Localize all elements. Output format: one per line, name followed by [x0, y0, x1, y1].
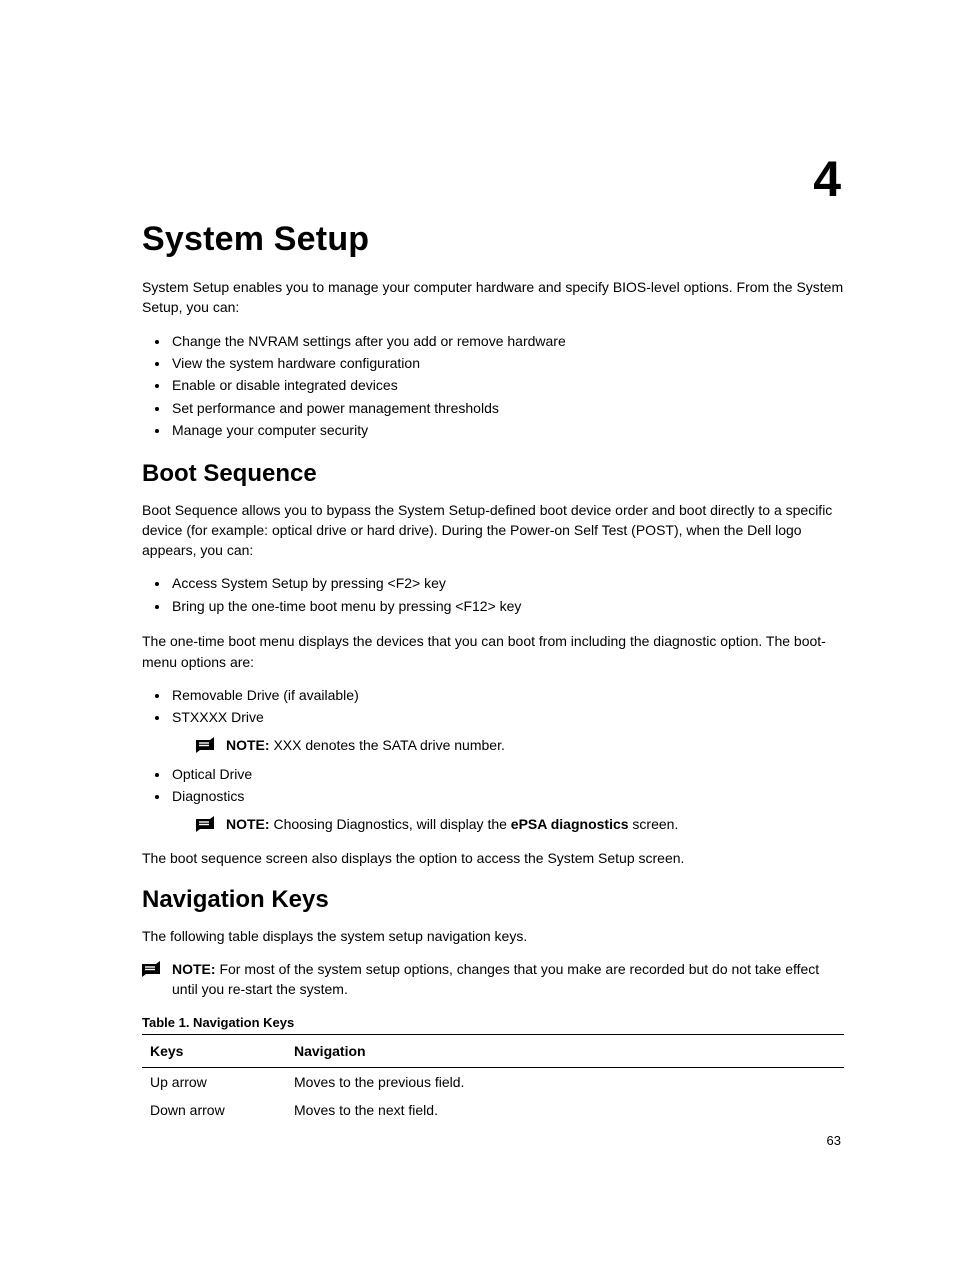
note-bold: ePSA diagnostics: [511, 816, 629, 832]
boot-paragraph-3: The boot sequence screen also displays t…: [142, 848, 844, 868]
note-text: NOTE: XXX denotes the SATA drive number.: [226, 735, 505, 755]
note-text: NOTE: For most of the system setup optio…: [172, 959, 844, 1000]
list-item: Removable Drive (if available): [170, 684, 844, 706]
table-caption: Table 1. Navigation Keys: [142, 1015, 844, 1030]
list-item: Manage your computer security: [170, 419, 844, 441]
cell-keys: Down arrow: [142, 1096, 286, 1124]
table-header-row: Keys Navigation: [142, 1035, 844, 1068]
list-item-text: Access System Setup by pressing <F2> key: [172, 575, 446, 591]
boot-paragraph-1: Boot Sequence allows you to bypass the S…: [142, 500, 844, 561]
note-icon: [196, 737, 214, 753]
note-label: NOTE:: [226, 737, 270, 753]
list-item-text: Diagnostics: [172, 788, 244, 804]
section-heading-navigation-keys: Navigation Keys: [142, 886, 844, 914]
list-item-text: View the system hardware configuration: [172, 355, 420, 371]
list-item: Change the NVRAM settings after you add …: [170, 330, 844, 352]
list-item: Set performance and power management thr…: [170, 397, 844, 419]
list-item: Enable or disable integrated devices: [170, 374, 844, 396]
navigation-keys-table: Keys Navigation Up arrow Moves to the pr…: [142, 1034, 844, 1124]
list-item: View the system hardware configuration: [170, 352, 844, 374]
list-item-text: Enable or disable integrated devices: [172, 377, 398, 393]
section-heading-boot-sequence: Boot Sequence: [142, 460, 844, 488]
column-header-navigation: Navigation: [286, 1035, 844, 1068]
note-icon: [142, 961, 160, 977]
cell-navigation: Moves to the previous field.: [286, 1068, 844, 1097]
list-item: Access System Setup by pressing <F2> key: [170, 572, 844, 594]
intro-paragraph: System Setup enables you to manage your …: [142, 277, 844, 318]
column-header-keys: Keys: [142, 1035, 286, 1068]
cell-keys: Up arrow: [142, 1068, 286, 1097]
document-page: 4 System Setup System Setup enables you …: [0, 0, 954, 1268]
note-body: Choosing Diagnostics, will display the: [270, 816, 511, 832]
list-item-text: Set performance and power management thr…: [172, 400, 499, 416]
cell-navigation: Moves to the next field.: [286, 1096, 844, 1124]
list-item: Bring up the one-time boot menu by press…: [170, 595, 844, 617]
note-body: XXX denotes the SATA drive number.: [270, 737, 505, 753]
note-label: NOTE:: [226, 816, 270, 832]
list-item-text: Optical Drive: [172, 766, 252, 782]
intro-bullet-list: Change the NVRAM settings after you add …: [142, 330, 844, 442]
nav-paragraph-1: The following table displays the system …: [142, 926, 844, 946]
list-item: Optical Drive: [170, 763, 844, 785]
list-item: STXXXX Drive NOTE: XXX denotes the SATA …: [170, 706, 844, 755]
note-body: For most of the system setup options, ch…: [172, 961, 819, 997]
note-text: NOTE: Choosing Diagnostics, will display…: [226, 814, 678, 834]
chapter-number: 4: [813, 150, 841, 208]
list-item-text: Removable Drive (if available): [172, 687, 359, 703]
table-row: Up arrow Moves to the previous field.: [142, 1068, 844, 1097]
note-icon: [196, 816, 214, 832]
page-title: System Setup: [142, 220, 844, 259]
note-body: screen.: [629, 816, 679, 832]
boot-paragraph-2: The one-time boot menu displays the devi…: [142, 631, 844, 672]
list-item: Diagnostics NOTE: Choosing Diagnostics, …: [170, 785, 844, 834]
list-item-text: Change the NVRAM settings after you add …: [172, 333, 566, 349]
list-item-text: STXXXX Drive: [172, 709, 264, 725]
note-row: NOTE: For most of the system setup optio…: [142, 959, 844, 1000]
table-row: Down arrow Moves to the next field.: [142, 1096, 844, 1124]
page-number: 63: [827, 1133, 841, 1148]
list-item-text: Bring up the one-time boot menu by press…: [172, 598, 521, 614]
list-item-text: Manage your computer security: [172, 422, 368, 438]
note-row: NOTE: Choosing Diagnostics, will display…: [196, 814, 844, 834]
note-label: NOTE:: [172, 961, 216, 977]
boot-list-2: Removable Drive (if available) STXXXX Dr…: [142, 684, 844, 834]
note-row: NOTE: XXX denotes the SATA drive number.: [196, 735, 844, 755]
boot-list-1: Access System Setup by pressing <F2> key…: [142, 572, 844, 617]
